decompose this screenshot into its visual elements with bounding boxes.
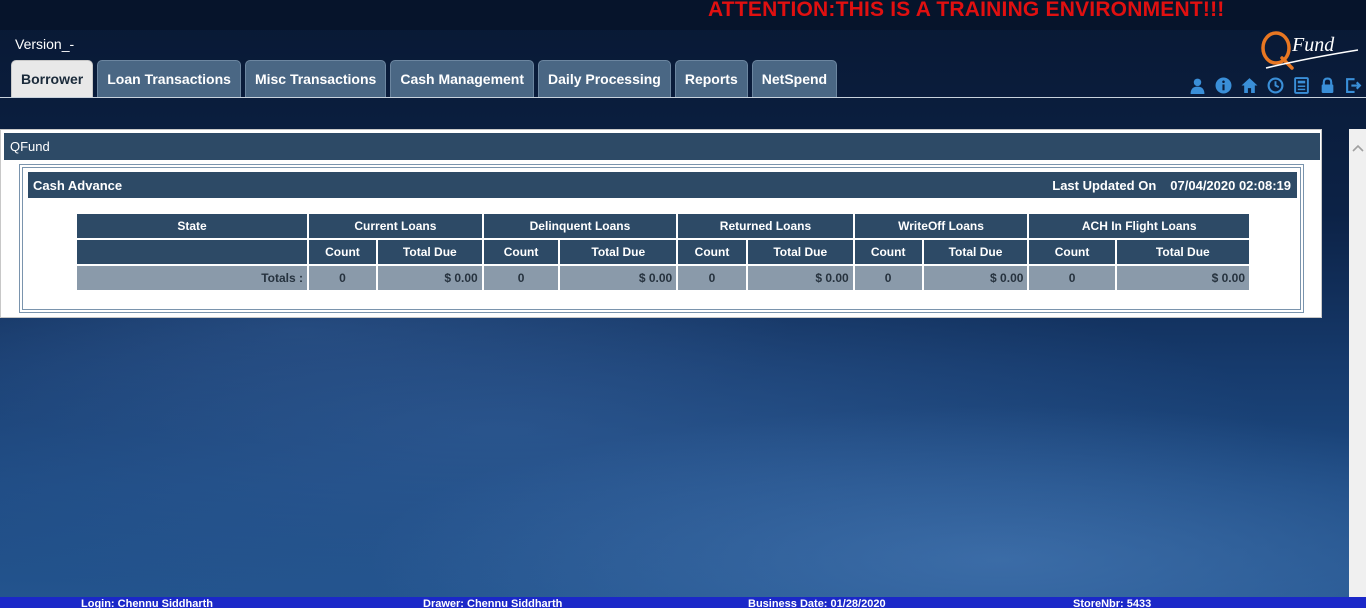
count-header: Count [678,240,746,264]
last-updated-value: 07/04/2020 02:08:19 [1170,177,1291,193]
logo-text: Fund [1291,34,1335,56]
info-icon[interactable] [1213,76,1233,94]
totals-due-ach: $ 0.00 [1116,266,1249,290]
group-header-ach: ACH In Flight Loans [1029,214,1249,238]
training-environment-warning: ATTENTION:THIS IS A TRAINING ENVIRONMENT… [708,0,1225,21]
count-header: Count [1029,240,1115,264]
footer-login: Login: Chennu Siddharth [81,598,213,608]
lock-icon[interactable] [1317,76,1337,94]
total-due-header: Total Due [560,240,677,264]
status-footer: Login: Chennu Siddharth Drawer: Chennu S… [0,597,1366,608]
totals-due-delinquent: $ 0.00 [560,266,677,290]
totals-count-writeoff: 0 [854,266,922,290]
state-subheader [77,240,307,264]
state-header: State [77,214,307,238]
totals-due-returned: $ 0.00 [747,266,853,290]
scroll-up-icon[interactable] [1349,141,1366,155]
table-subheader-row: Count Total Due Count Total Due Count To… [77,240,1249,264]
tab-netspend[interactable]: NetSpend [751,60,838,97]
tab-divider [0,97,1366,98]
main-panel: QFund Cash Advance Last Updated On 07/04… [0,129,1322,318]
count-header: Count [483,240,559,264]
group-header-returned: Returned Loans [678,214,853,238]
total-due-header: Total Due [1116,240,1249,264]
tab-reports[interactable]: Reports [674,60,748,97]
tab-borrower[interactable]: Borrower [11,60,94,97]
calculator-icon[interactable] [1291,76,1311,94]
main-tabs: Borrower Loan Transactions Misc Transact… [11,60,838,97]
footer-store: StoreNbr: 5433 [1073,598,1152,608]
total-due-header: Total Due [747,240,853,264]
footer-business-date: Business Date: 01/28/2020 [748,598,886,608]
user-icon[interactable] [1187,76,1207,94]
group-header-delinquent: Delinquent Loans [483,214,677,238]
footer-drawer: Drawer: Chennu Siddharth [423,598,563,608]
totals-count-current: 0 [309,266,376,290]
section-title: Cash Advance [33,177,123,193]
table-header-row: State Current Loans Delinquent Loans Ret… [77,214,1249,238]
total-due-header: Total Due [377,240,482,264]
totals-count-ach: 0 [1029,266,1115,290]
group-header-writeoff: WriteOff Loans [854,214,1028,238]
totals-count-returned: 0 [678,266,746,290]
last-updated: Last Updated On 07/04/2020 02:08:19 [1052,178,1291,193]
count-header: Count [854,240,922,264]
tab-misc-transactions[interactable]: Misc Transactions [244,60,387,97]
totals-due-writeoff: $ 0.00 [923,266,1028,290]
toolbar-icons [1187,76,1363,94]
tab-loan-transactions[interactable]: Loan Transactions [97,60,241,97]
totals-count-delinquent: 0 [483,266,559,290]
qfund-logo: Fund [1258,28,1362,72]
total-due-header: Total Due [923,240,1028,264]
vertical-scrollbar[interactable] [1349,129,1366,597]
version-label: Version_- [15,36,75,52]
logout-icon[interactable] [1343,76,1363,94]
group-header-current: Current Loans [309,214,482,238]
count-header: Count [309,240,376,264]
tab-cash-management[interactable]: Cash Management [390,60,535,97]
totals-label: Totals : [77,266,307,290]
home-icon[interactable] [1239,76,1259,94]
last-updated-label: Last Updated On [1052,177,1157,193]
cash-advance-section: Cash Advance Last Updated On 07/04/2020 … [19,164,1304,313]
tab-daily-processing[interactable]: Daily Processing [538,60,671,97]
totals-row: Totals : 0 $ 0.00 0 $ 0.00 0 $ 0.00 0 $ … [77,266,1249,290]
loan-summary-table: State Current Loans Delinquent Loans Ret… [75,212,1251,292]
panel-title: QFund [4,133,1320,160]
cash-advance-header: Cash Advance Last Updated On 07/04/2020 … [28,172,1297,198]
clock-icon[interactable] [1265,76,1285,94]
totals-due-current: $ 0.00 [377,266,482,290]
